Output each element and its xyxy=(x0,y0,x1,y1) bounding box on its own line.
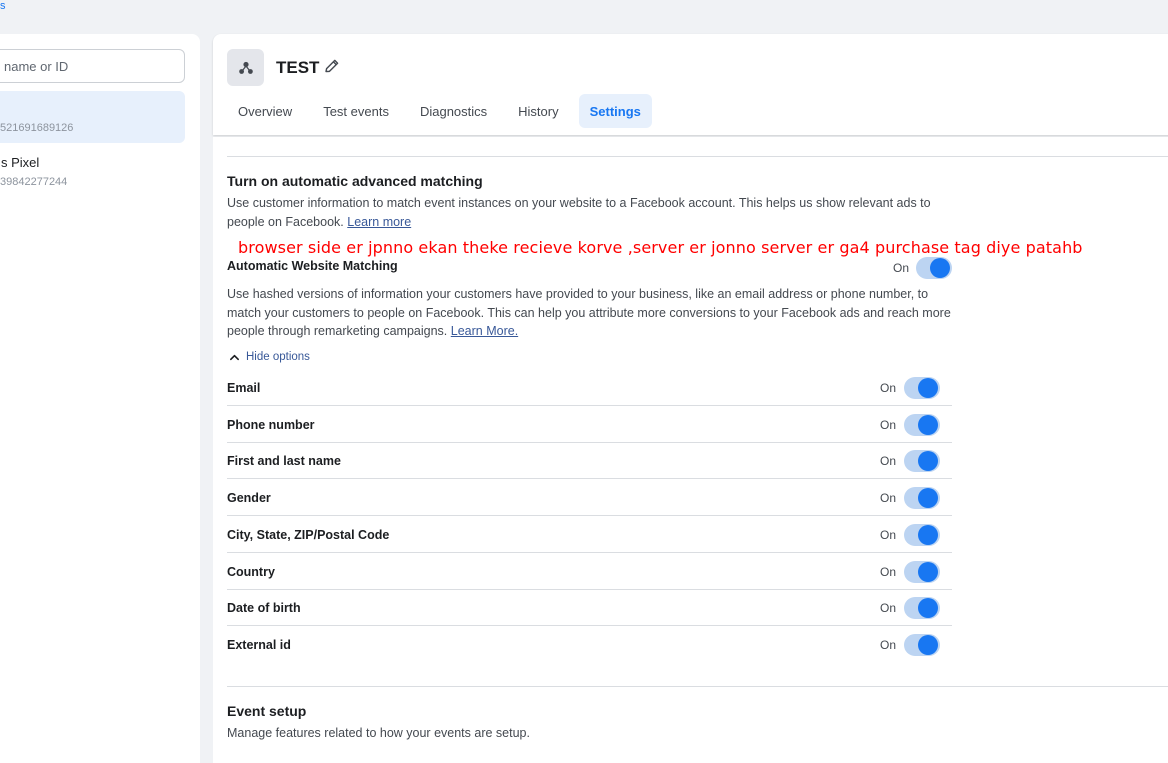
section-divider xyxy=(227,686,1168,687)
row-divider xyxy=(227,552,952,553)
event-setup-title: Event setup xyxy=(227,703,307,719)
settings-panel: Turn on automatic advanced matching Use … xyxy=(213,137,1168,763)
option-label: City, State, ZIP/Postal Code xyxy=(227,528,390,542)
event-setup-description: Manage features related to how your even… xyxy=(227,726,530,740)
page-title: TEST xyxy=(276,58,320,77)
advanced-matching-text: Use customer information to match event … xyxy=(227,196,931,229)
annotation-text: browser side er jpnno ekan theke recieve… xyxy=(238,238,1083,257)
automatic-matching-toggle[interactable] xyxy=(916,257,952,279)
pencil-icon[interactable] xyxy=(323,57,341,75)
learn-more-link[interactable]: Learn more xyxy=(347,215,411,229)
pixel-name: s Pixel xyxy=(1,155,40,170)
toggle-knob xyxy=(918,451,938,471)
hide-options-button[interactable]: Hide options xyxy=(229,351,310,363)
toggle-knob xyxy=(918,378,938,398)
row-divider xyxy=(227,405,952,406)
option-label: Gender xyxy=(227,491,271,505)
row-divider xyxy=(227,515,952,516)
option-label: External id xyxy=(227,638,291,652)
pixel-search-input[interactable] xyxy=(0,50,184,82)
gender-toggle[interactable] xyxy=(904,487,940,509)
name-toggle[interactable] xyxy=(904,450,940,472)
automatic-matching-text: Use hashed versions of information your … xyxy=(227,287,951,338)
tab-settings[interactable]: Settings xyxy=(578,94,652,128)
phone-toggle[interactable] xyxy=(904,414,940,436)
option-row-external-id: External id On xyxy=(227,627,952,663)
toggle-knob xyxy=(918,635,938,655)
option-state: On xyxy=(879,565,896,579)
email-toggle[interactable] xyxy=(904,377,940,399)
hide-options-label: Hide options xyxy=(246,351,310,363)
pixel-list-item-selected[interactable]: 521691689126 xyxy=(0,91,185,143)
country-toggle[interactable] xyxy=(904,561,940,583)
pixel-avatar xyxy=(227,49,264,86)
pixel-search-field[interactable] xyxy=(0,49,185,83)
toggle-knob xyxy=(918,525,938,545)
toggle-knob xyxy=(930,258,950,278)
pixel-list-panel: 521691689126 s Pixel 39842277244 xyxy=(0,34,200,763)
toggle-knob xyxy=(918,415,938,435)
option-state: On xyxy=(879,528,896,542)
automatic-matching-state: On xyxy=(893,261,910,275)
option-state: On xyxy=(879,601,896,615)
option-row-gender: Gender On xyxy=(227,480,952,516)
dob-toggle[interactable] xyxy=(904,597,940,619)
tab-overview[interactable]: Overview xyxy=(227,94,303,128)
option-label: Date of birth xyxy=(227,601,301,615)
tab-bar: Overview Test events Diagnostics History… xyxy=(227,94,661,128)
option-state: On xyxy=(879,381,896,395)
location-toggle[interactable] xyxy=(904,524,940,546)
option-row-email: Email On xyxy=(227,370,952,406)
chevron-up-icon xyxy=(230,354,239,360)
option-state: On xyxy=(879,491,896,505)
option-state: On xyxy=(879,418,896,432)
tab-test-events[interactable]: Test events xyxy=(312,94,400,128)
toggle-knob xyxy=(918,562,938,582)
automatic-matching-description: Use hashed versions of information your … xyxy=(227,285,955,341)
tab-diagnostics[interactable]: Diagnostics xyxy=(409,94,498,128)
pixel-id: 521691689126 xyxy=(0,122,74,134)
toggle-knob xyxy=(918,598,938,618)
topbar-fragment[interactable]: s xyxy=(0,0,6,12)
learn-more-link-2[interactable]: Learn More. xyxy=(451,324,518,338)
automatic-website-matching-label: Automatic Website Matching xyxy=(227,259,398,273)
option-state: On xyxy=(879,454,896,468)
advanced-matching-description: Use customer information to match event … xyxy=(227,194,955,231)
option-row-dob: Date of birth On xyxy=(227,590,952,626)
option-row-name: First and last name On xyxy=(227,443,952,479)
advanced-matching-title: Turn on automatic advanced matching xyxy=(227,173,483,189)
option-label: Phone number xyxy=(227,418,315,432)
pixel-network-icon xyxy=(238,61,253,74)
option-label: Country xyxy=(227,565,275,579)
row-divider xyxy=(227,478,952,479)
option-row-location: City, State, ZIP/Postal Code On xyxy=(227,517,952,553)
external-id-toggle[interactable] xyxy=(904,634,940,656)
pixel-id: 39842277244 xyxy=(0,176,68,188)
option-row-country: Country On xyxy=(227,554,952,590)
toggle-knob xyxy=(918,488,938,508)
pixel-list-item[interactable]: s Pixel 39842277244 xyxy=(0,145,185,197)
row-divider xyxy=(227,625,952,626)
pixel-header: TEST Overview Test events Diagnostics Hi… xyxy=(213,34,1168,135)
tab-history[interactable]: History xyxy=(507,94,569,128)
option-label: First and last name xyxy=(227,454,341,468)
option-label: Email xyxy=(227,381,261,395)
option-state: On xyxy=(879,638,896,652)
option-row-phone: Phone number On xyxy=(227,407,952,443)
section-divider xyxy=(227,156,1168,157)
